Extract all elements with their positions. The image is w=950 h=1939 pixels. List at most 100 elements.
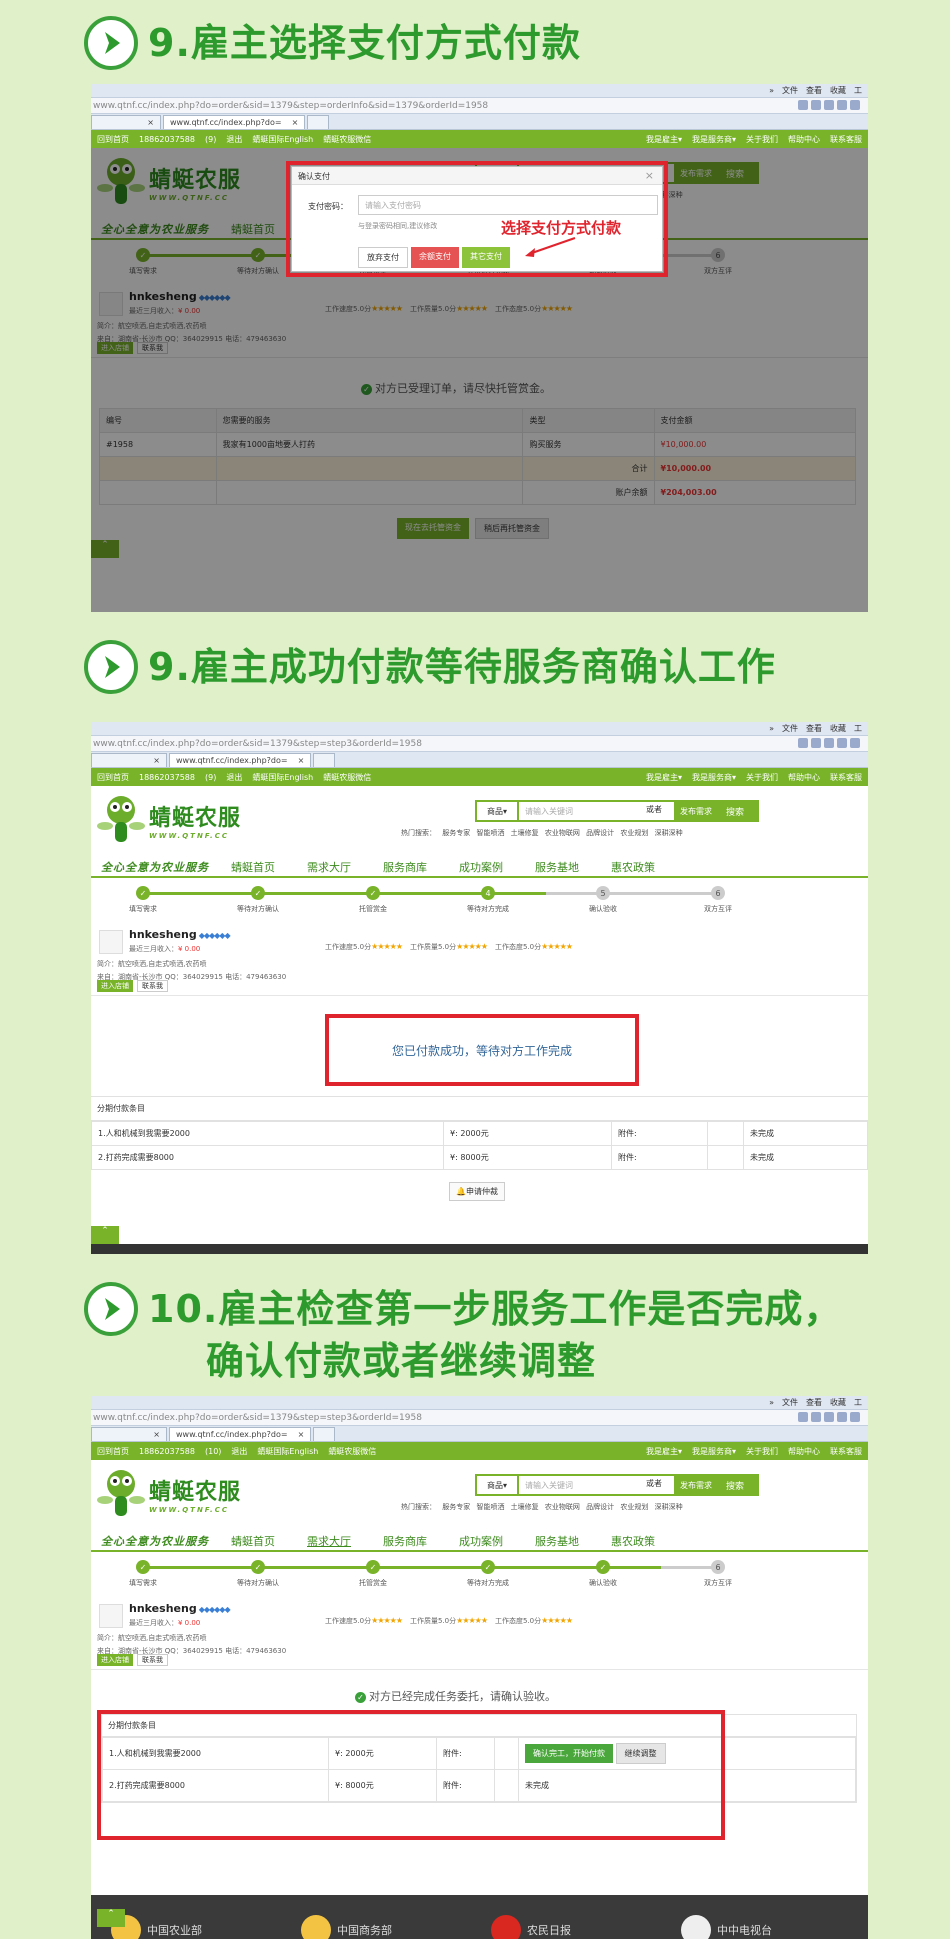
menu-view[interactable]: 查看 bbox=[806, 1397, 822, 1408]
english-link[interactable]: 蜻蜓国际English bbox=[257, 1446, 318, 1457]
message-count[interactable]: (9) bbox=[205, 773, 216, 782]
nav-success-cases[interactable]: 成功案例 bbox=[459, 859, 503, 875]
tab-inactive[interactable]: × bbox=[91, 1427, 167, 1441]
stop-icon[interactable] bbox=[824, 1412, 834, 1422]
menu-view[interactable]: 查看 bbox=[806, 85, 822, 96]
nav-demand-hall[interactable]: 需求大厅 bbox=[307, 1533, 351, 1549]
partner-name[interactable]: 中国农业部 bbox=[147, 1922, 202, 1938]
settings-icon[interactable] bbox=[850, 738, 860, 748]
stop-icon[interactable] bbox=[824, 738, 834, 748]
nav-service-base[interactable]: 服务基地 bbox=[535, 859, 579, 875]
address-bar[interactable]: www.qtnf.cc/index.php?do=order&sid=1379&… bbox=[91, 98, 868, 114]
search-button[interactable]: 搜索 bbox=[711, 800, 759, 822]
new-tab-button[interactable] bbox=[313, 1427, 336, 1441]
post-demand-button[interactable]: 发布需求 bbox=[674, 1474, 718, 1496]
tab-inactive[interactable]: × bbox=[91, 115, 161, 129]
hot-searches[interactable]: 热门搜索： 服务专家 智能喷洒 土壤修复 农业物联网 品牌设计 农业规划 深耕深… bbox=[401, 1502, 683, 1512]
dropdown-icon[interactable] bbox=[837, 1412, 847, 1422]
tab-close-icon[interactable]: × bbox=[153, 1430, 160, 1439]
menu-chevron[interactable]: » bbox=[769, 724, 774, 733]
enter-shop-button[interactable]: 进入店铺 bbox=[97, 1654, 133, 1666]
partner-name[interactable]: 中中电视台 bbox=[717, 1922, 772, 1938]
wechat-link[interactable]: 蜻蜓农服微信 bbox=[323, 134, 371, 145]
message-count[interactable]: (10) bbox=[205, 1447, 221, 1456]
tab-close-icon[interactable]: × bbox=[153, 756, 160, 765]
nav-demand-hall[interactable]: 需求大厅 bbox=[307, 859, 351, 875]
menu-favorites[interactable]: 收藏 bbox=[830, 85, 846, 96]
site-logo[interactable]: 蜻蜓农服 WWW.QTNF.CC bbox=[97, 792, 241, 848]
compat-icon[interactable] bbox=[798, 738, 808, 748]
nav-home[interactable]: 蜻蜓首页 bbox=[231, 1533, 275, 1549]
new-tab-button[interactable] bbox=[313, 753, 336, 767]
tab-close-icon[interactable]: × bbox=[298, 1430, 305, 1439]
back-to-top-button[interactable]: ⌃ bbox=[91, 1226, 119, 1244]
english-link[interactable]: 蜻蜓国际English bbox=[252, 772, 313, 783]
search-category-select[interactable]: 商品▾ bbox=[475, 1474, 517, 1496]
logout-link[interactable]: 退出 bbox=[231, 1446, 247, 1457]
tab-close-icon[interactable]: × bbox=[298, 756, 305, 765]
menu-file[interactable]: 文件 bbox=[782, 85, 798, 96]
provider-name[interactable]: hnkesheng ◆◆◆◆◆◆ bbox=[129, 1602, 231, 1615]
site-logo[interactable]: 蜻蜓农服 WWW.QTNF.CC bbox=[97, 1466, 241, 1522]
home-link[interactable]: 回到首页 bbox=[97, 134, 129, 145]
menu-tools[interactable]: 工 bbox=[854, 723, 862, 734]
employer-menu[interactable]: 我是雇主▾ bbox=[646, 1446, 682, 1457]
message-count[interactable]: (9) bbox=[205, 135, 216, 144]
menu-chevron[interactable]: » bbox=[769, 1398, 774, 1407]
address-bar[interactable]: www.qtnf.cc/index.php?do=order&sid=1379&… bbox=[91, 1410, 868, 1426]
tab-close-icon[interactable]: × bbox=[292, 118, 299, 127]
menu-tools[interactable]: 工 bbox=[854, 85, 862, 96]
nav-success-cases[interactable]: 成功案例 bbox=[459, 1533, 503, 1549]
contact-me-button[interactable]: 联系我 bbox=[137, 1654, 168, 1666]
logout-link[interactable]: 退出 bbox=[226, 772, 242, 783]
wechat-link[interactable]: 蜻蜓农服微信 bbox=[323, 772, 371, 783]
hot-searches[interactable]: 热门搜索： 服务专家 智能喷洒 土壤修复 农业物联网 品牌设计 农业规划 深耕深… bbox=[401, 828, 683, 838]
nav-home[interactable]: 蜻蜓首页 bbox=[231, 859, 275, 875]
refresh-icon[interactable] bbox=[811, 1412, 821, 1422]
logout-link[interactable]: 退出 bbox=[226, 134, 242, 145]
contact-link[interactable]: 联系客服 bbox=[830, 772, 862, 783]
refresh-icon[interactable] bbox=[811, 100, 821, 110]
stop-icon[interactable] bbox=[824, 100, 834, 110]
search-button[interactable]: 搜索 bbox=[711, 1474, 759, 1496]
employer-menu[interactable]: 我是雇主▾ bbox=[646, 772, 682, 783]
employer-menu[interactable]: 我是雇主▾ bbox=[646, 134, 682, 145]
menu-view[interactable]: 查看 bbox=[806, 723, 822, 734]
home-link[interactable]: 回到首页 bbox=[97, 1446, 129, 1457]
help-link[interactable]: 帮助中心 bbox=[788, 134, 820, 145]
tab-active[interactable]: www.qtnf.cc/index.php?do= × bbox=[169, 753, 312, 767]
settings-icon[interactable] bbox=[850, 1412, 860, 1422]
tab-active[interactable]: www.qtnf.cc/index.php?do= × bbox=[163, 115, 306, 129]
nav-policies[interactable]: 惠农政策 bbox=[611, 859, 655, 875]
compat-icon[interactable] bbox=[798, 1412, 808, 1422]
home-link[interactable]: 回到首页 bbox=[97, 772, 129, 783]
dropdown-icon[interactable] bbox=[837, 100, 847, 110]
dropdown-icon[interactable] bbox=[837, 738, 847, 748]
settings-icon[interactable] bbox=[850, 100, 860, 110]
menu-file[interactable]: 文件 bbox=[782, 723, 798, 734]
nav-policies[interactable]: 惠农政策 bbox=[611, 1533, 655, 1549]
about-link[interactable]: 关于我们 bbox=[746, 134, 778, 145]
avatar[interactable] bbox=[99, 1604, 123, 1628]
about-link[interactable]: 关于我们 bbox=[746, 1446, 778, 1457]
contact-link[interactable]: 联系客服 bbox=[830, 1446, 862, 1457]
provider-menu[interactable]: 我是服务商▾ bbox=[692, 1446, 736, 1457]
english-link[interactable]: 蜻蜓国际English bbox=[252, 134, 313, 145]
help-link[interactable]: 帮助中心 bbox=[788, 1446, 820, 1457]
tab-close-icon[interactable]: × bbox=[147, 118, 154, 127]
wechat-link[interactable]: 蜻蜓农服微信 bbox=[328, 1446, 376, 1457]
menu-favorites[interactable]: 收藏 bbox=[830, 1397, 846, 1408]
address-bar[interactable]: www.qtnf.cc/index.php?do=order&sid=1379&… bbox=[91, 736, 868, 752]
compat-icon[interactable] bbox=[798, 100, 808, 110]
back-to-top-button[interactable]: ⌃ bbox=[97, 1909, 125, 1927]
about-link[interactable]: 关于我们 bbox=[746, 772, 778, 783]
partner-name[interactable]: 农民日报 bbox=[527, 1922, 571, 1938]
refresh-icon[interactable] bbox=[811, 738, 821, 748]
provider-menu[interactable]: 我是服务商▾ bbox=[692, 772, 736, 783]
arbitrate-button[interactable]: 🔔申请仲裁 bbox=[449, 1182, 505, 1201]
provider-menu[interactable]: 我是服务商▾ bbox=[692, 134, 736, 145]
post-demand-button[interactable]: 发布需求 bbox=[674, 800, 718, 822]
menu-tools[interactable]: 工 bbox=[854, 1397, 862, 1408]
help-link[interactable]: 帮助中心 bbox=[788, 772, 820, 783]
enter-shop-button[interactable]: 进入店铺 bbox=[97, 980, 133, 992]
